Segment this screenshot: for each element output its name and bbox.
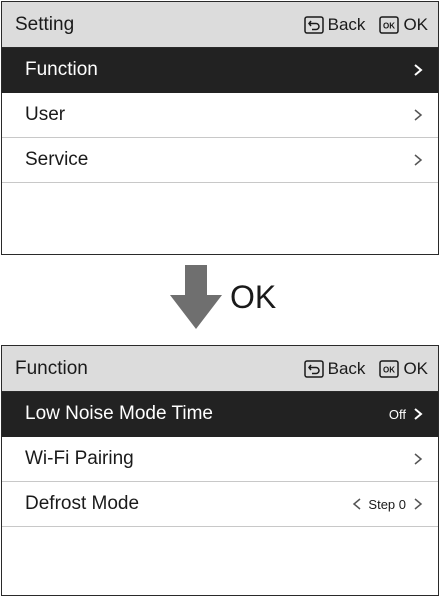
chevron-right-icon [414,408,423,420]
ok-icon: OK [379,15,400,34]
ok-button[interactable]: OK OK [379,15,428,35]
menu-item-defrost-mode[interactable]: Defrost Mode Step 0 [2,482,438,527]
back-button[interactable]: Back [303,14,366,35]
ok-icon: OK [379,359,400,378]
back-button[interactable]: Back [303,358,366,379]
ok-icon-text: OK [383,365,395,374]
menu-item-wifi-pairing[interactable]: Wi-Fi Pairing [2,437,438,482]
ok-label: OK [403,358,428,378]
chevron-right-icon [414,453,423,465]
chevron-right-icon [414,109,423,121]
arrow-down-icon [170,265,222,329]
transition-indicator: OK [168,265,288,335]
chevron-left-icon[interactable] [352,497,362,511]
menu-item-label: Defrost Mode [25,493,140,514]
chevron-right-icon[interactable] [412,497,424,511]
back-label: Back [327,14,366,34]
setting-header: Setting Back OK OK [2,2,438,48]
menu-item-label: User [25,104,66,125]
menu-item-label: Low Noise Mode Time [25,403,213,424]
menu-item-service[interactable]: Service [2,138,438,183]
ok-label: OK [403,14,428,34]
transition-label: OK [230,279,277,315]
page-title: Function [15,357,88,379]
function-header: Function Back OK OK [2,346,438,392]
menu-item-user[interactable]: User [2,93,438,138]
menu-item-label: Wi-Fi Pairing [25,448,134,469]
chevron-right-icon [414,154,423,166]
chevron-right-icon [414,64,423,76]
setting-value: Step 0 [368,496,406,512]
ok-icon-text: OK [383,21,395,30]
back-icon [303,15,324,34]
back-icon [303,359,324,378]
back-label: Back [327,358,366,378]
page-title: Setting [15,13,75,35]
setting-screen: Setting Back OK OK Function User Service [1,1,439,255]
menu-item-low-noise-mode-time[interactable]: Low Noise Mode Time Off [2,392,438,437]
ok-button[interactable]: OK OK [379,359,428,379]
menu-item-label: Function [25,59,98,80]
menu-item-label: Service [25,149,89,170]
menu-item-function[interactable]: Function [2,48,438,93]
function-screen: Function Back OK OK Low Noise Mode Time … [1,345,439,596]
setting-value: Off [388,406,406,422]
